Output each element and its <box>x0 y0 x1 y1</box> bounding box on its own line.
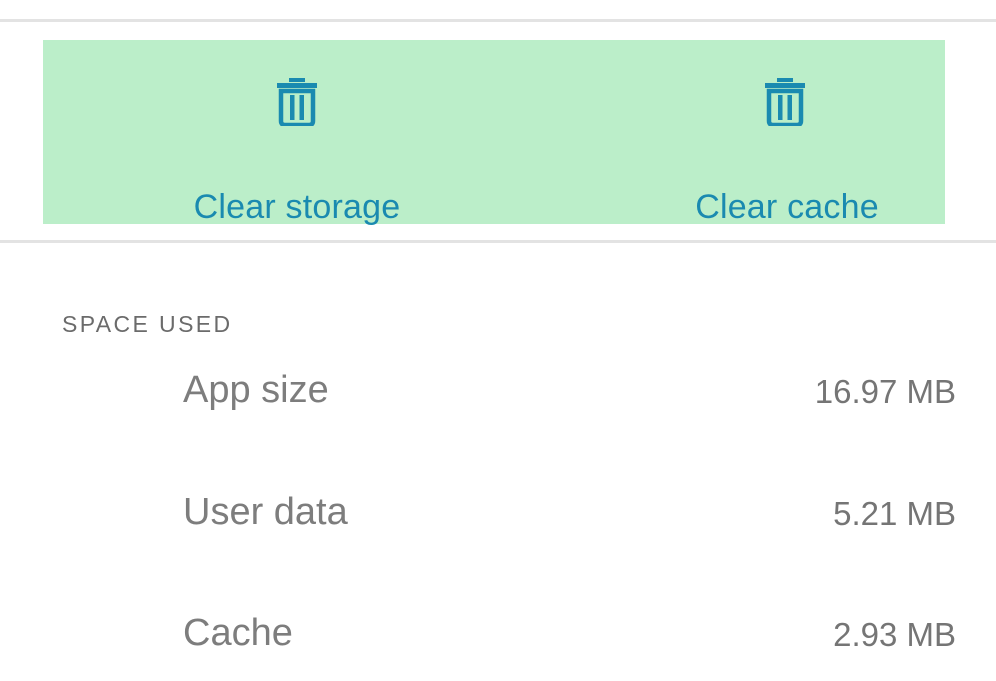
app-size-row: App size 16.97 MB <box>183 365 956 415</box>
row-label: App size <box>183 369 329 411</box>
row-label: Cache <box>183 612 293 654</box>
row-label: User data <box>183 491 348 533</box>
top-divider <box>0 19 996 22</box>
storage-actions-bar: Clear storage Clear cache <box>43 40 945 226</box>
clear-cache-label: Clear cache <box>695 188 879 226</box>
user-data-row: User data 5.21 MB <box>183 487 956 537</box>
row-value: 2.93 MB <box>833 616 956 653</box>
clear-cache-button[interactable]: Clear cache <box>494 40 945 226</box>
cache-row: Cache 2.93 MB <box>183 608 956 658</box>
clear-storage-label: Clear storage <box>193 188 401 226</box>
clear-storage-button[interactable]: Clear storage <box>43 40 494 226</box>
storage-settings-page: Clear storage Clear cache SPACE USED App… <box>0 0 996 681</box>
row-value: 16.97 MB <box>814 373 956 410</box>
row-value: 5.21 MB <box>833 495 956 532</box>
trash-icon <box>765 78 805 128</box>
space-used-header: SPACE USED <box>62 311 233 337</box>
trash-icon <box>277 78 317 128</box>
section-divider <box>0 240 996 243</box>
